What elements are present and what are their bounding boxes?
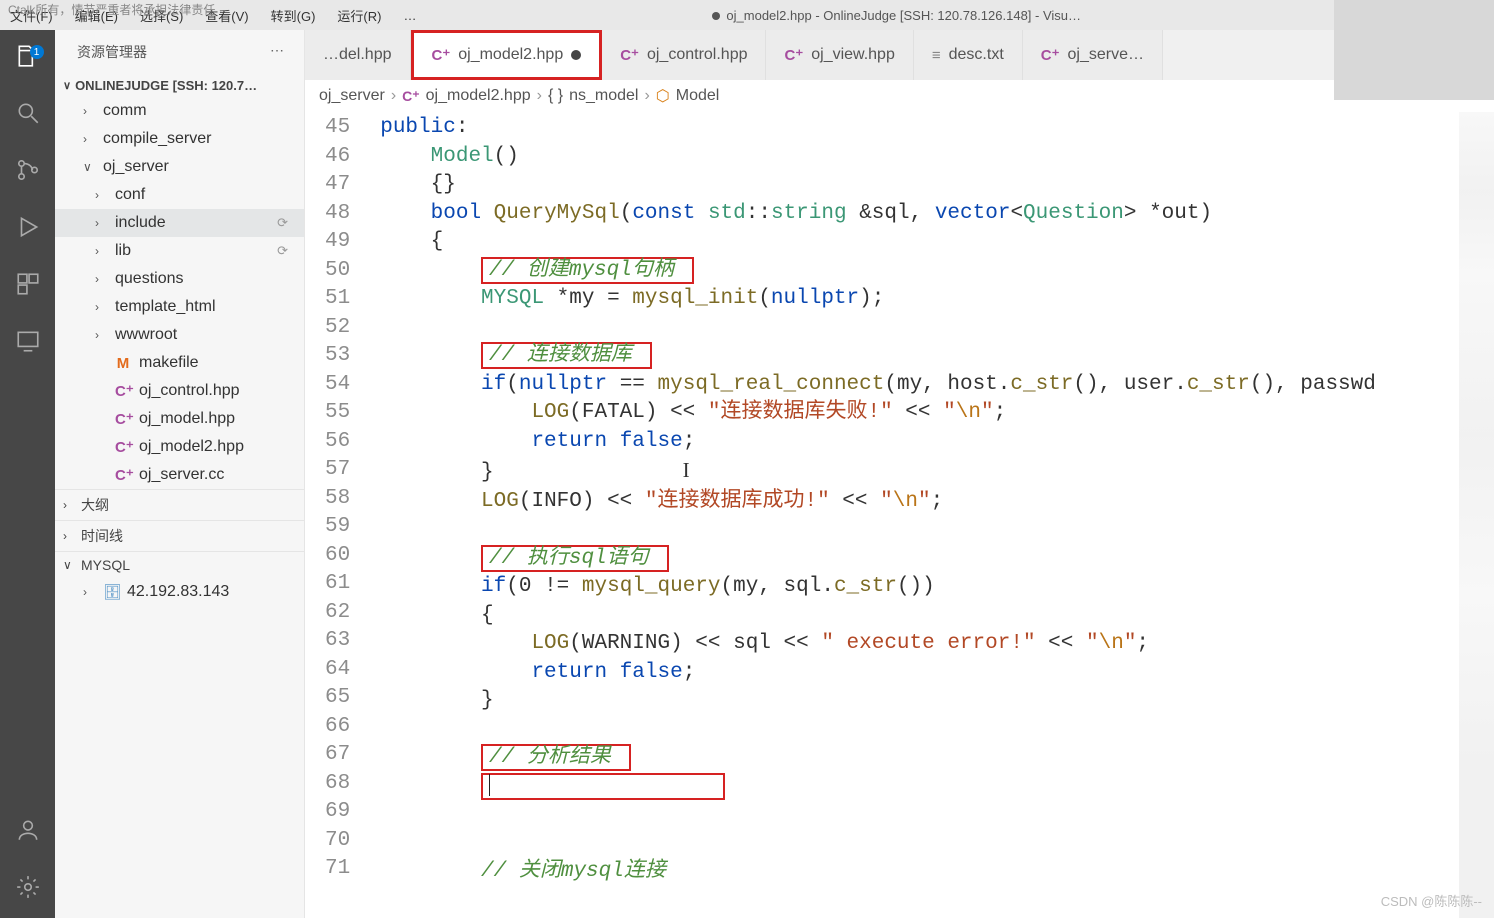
cpp-icon: C⁺ [620, 46, 639, 64]
cpp-icon: C⁺ [402, 88, 420, 105]
watermark-bottom: CSDN @陈陈陈-- [1381, 891, 1482, 910]
cpp-icon: C⁺ [115, 382, 131, 400]
folder-include[interactable]: ›include⟳ [55, 209, 304, 237]
remote-explorer-icon[interactable] [12, 325, 44, 357]
code-content[interactable]: public: Model() {} bool QueryMySql(const… [380, 112, 1376, 918]
search-icon[interactable] [12, 97, 44, 129]
folder-conf[interactable]: ›conf [55, 181, 304, 209]
section-mysql[interactable]: ∨MYSQL [55, 551, 304, 578]
mysql-connection[interactable]: ›🗄42.192.83.143 [55, 578, 304, 606]
file-oj-server-cc[interactable]: C⁺oj_server.cc [55, 461, 304, 489]
cpp-icon: C⁺ [115, 438, 131, 456]
source-control-icon[interactable] [12, 154, 44, 186]
cpp-icon: C⁺ [115, 410, 131, 428]
editor-tabs: …del.hpp C⁺oj_model2.hpp C⁺oj_control.hp… [305, 30, 1494, 80]
editor-area: …del.hpp C⁺oj_model2.hpp C⁺oj_control.hp… [305, 30, 1494, 918]
line-numbers: 4546474849505152535455565758596061626364… [305, 112, 380, 918]
tab-desc-txt[interactable]: ≡desc.txt [914, 30, 1023, 80]
video-overlay [1334, 0, 1494, 100]
tab-oj-control[interactable]: C⁺oj_control.hpp [602, 30, 766, 80]
explorer-badge: 1 [30, 45, 44, 59]
menu-go[interactable]: 转到(G) [271, 6, 316, 25]
file-oj-model2[interactable]: C⁺oj_model2.hpp [55, 433, 304, 461]
section-timeline[interactable]: ›时间线 [55, 520, 304, 551]
tab-del-hpp[interactable]: …del.hpp [305, 30, 411, 80]
cpp-icon: C⁺ [784, 46, 803, 64]
sidebar-more-icon[interactable]: ⋯ [270, 42, 284, 62]
file-tree: ›comm ›compile_server ∨oj_server ›conf ›… [55, 97, 304, 489]
tab-oj-view[interactable]: C⁺oj_view.hpp [766, 30, 913, 80]
settings-gear-icon[interactable] [12, 871, 44, 903]
file-makefile[interactable]: Mmakefile [55, 349, 304, 377]
file-oj-control[interactable]: C⁺oj_control.hpp [55, 377, 304, 405]
class-icon: ⬡ [656, 86, 670, 106]
sidebar: 资源管理器 ⋯ ∨ONLINEJUDGE [SSH: 120.7… ›comm … [55, 30, 305, 918]
menu-run[interactable]: 运行(R) [337, 6, 381, 25]
database-icon: 🗄 [103, 583, 119, 601]
minimap[interactable] [1459, 112, 1494, 918]
titlebar: 文件(F) 编辑(E) 选择(S) 查看(V) 转到(G) 运行(R) … oj… [0, 0, 1494, 30]
menu-more[interactable]: … [403, 8, 416, 23]
folder-lib[interactable]: ›lib⟳ [55, 237, 304, 265]
section-outline[interactable]: ›大纲 [55, 489, 304, 520]
activity-bar: 1 [0, 30, 55, 918]
text-icon: ≡ [932, 47, 941, 64]
breadcrumbs[interactable]: oj_server› C⁺oj_model2.hpp› { }ns_model›… [305, 80, 1494, 112]
project-root[interactable]: ∨ONLINEJUDGE [SSH: 120.7… [55, 74, 304, 97]
tab-oj-serve[interactable]: C⁺oj_serve… [1023, 30, 1163, 80]
folder-questions[interactable]: ›questions [55, 265, 304, 293]
makefile-icon: M [115, 355, 131, 372]
folder-compile-server[interactable]: ›compile_server [55, 125, 304, 153]
watermark-top: Ctalk所有，情节严重者将承担法律责任 [8, 1, 215, 18]
window-title: oj_model2.hpp - OnlineJudge [SSH: 120.78… [438, 8, 1355, 23]
run-debug-icon[interactable] [12, 211, 44, 243]
sidebar-header: 资源管理器 ⋯ [55, 30, 304, 74]
code-editor[interactable]: 4546474849505152535455565758596061626364… [305, 112, 1494, 918]
tab-oj-model2[interactable]: C⁺oj_model2.hpp [411, 30, 603, 80]
dirty-indicator-icon [571, 50, 581, 60]
explorer-icon[interactable]: 1 [12, 40, 44, 72]
folder-template-html[interactable]: ›template_html [55, 293, 304, 321]
folder-wwwroot[interactable]: ›wwwroot [55, 321, 304, 349]
extensions-icon[interactable] [12, 268, 44, 300]
folder-comm[interactable]: ›comm [55, 97, 304, 125]
namespace-icon: { } [548, 87, 563, 105]
file-oj-model[interactable]: C⁺oj_model.hpp [55, 405, 304, 433]
folder-oj-server[interactable]: ∨oj_server [55, 153, 304, 181]
accounts-icon[interactable] [12, 814, 44, 846]
cpp-icon: C⁺ [432, 46, 451, 64]
cpp-icon: C⁺ [115, 466, 131, 484]
cpp-icon: C⁺ [1041, 46, 1060, 64]
